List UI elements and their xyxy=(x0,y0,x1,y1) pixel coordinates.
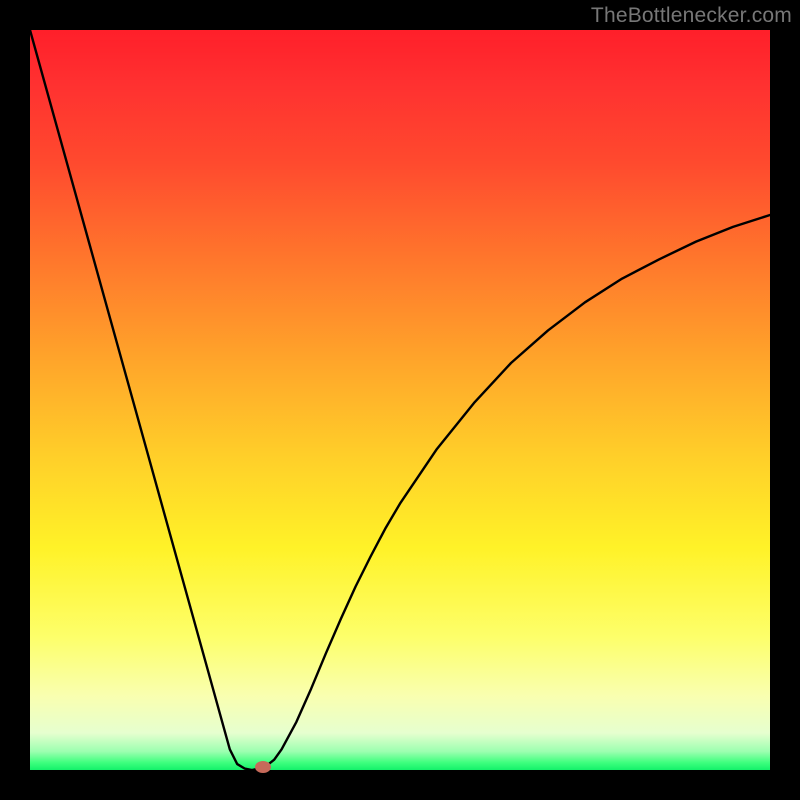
watermark-text: TheBottlenecker.com xyxy=(591,4,792,28)
chart-frame: TheBottlenecker.com xyxy=(0,0,800,800)
chart-plot-area xyxy=(30,30,770,770)
